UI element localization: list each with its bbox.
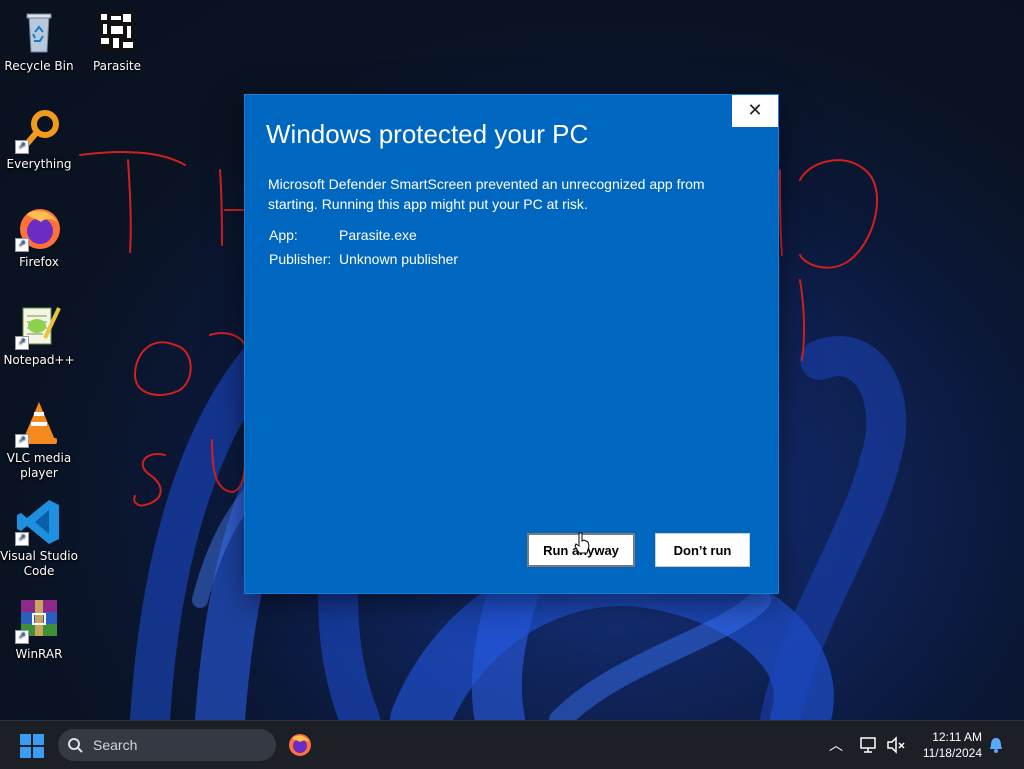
recycle-bin-icon <box>15 8 63 56</box>
desktop-icon-label: Parasite <box>92 59 141 73</box>
desktop-icon-winrar[interactable]: ↗ WinRAR <box>0 596 78 662</box>
desktop-icon-recycle-bin[interactable]: Recycle Bin <box>0 8 78 74</box>
desktop-icon-firefox[interactable]: ↗ Firefox <box>0 204 78 270</box>
publisher-label: Publisher: <box>269 251 332 267</box>
start-button[interactable] <box>20 734 44 758</box>
app-detail-row: App: Parasite.exe <box>269 227 417 243</box>
windows-logo-pane <box>33 747 44 758</box>
shortcut-arrow-icon: ↗ <box>15 630 29 644</box>
desktop-icon-label: Everything <box>6 157 72 171</box>
smartscreen-dialog: ✕ Windows protected your PC Microsoft De… <box>245 95 778 593</box>
parasite-app-icon <box>93 8 141 56</box>
desktop-icon-parasite[interactable]: Parasite <box>78 8 156 74</box>
publisher-value: Unknown publisher <box>339 251 459 267</box>
network-icon[interactable] <box>860 736 880 754</box>
clock-time: 12:11 AM <box>932 730 982 744</box>
desktop-icon-notepadpp[interactable]: ↗ Notepad++ <box>0 302 78 368</box>
publisher-detail-row: Publisher: Unknown publisher <box>269 251 458 267</box>
vlc-icon: ↗ <box>15 400 63 448</box>
dont-run-button[interactable]: Don’t run <box>655 533 750 567</box>
shortcut-arrow-icon: ↗ <box>15 238 29 252</box>
dialog-title: Windows protected your PC <box>266 119 589 149</box>
notepadpp-icon: ↗ <box>15 302 63 350</box>
taskbar-clock[interactable]: 12:11 AM 11/18/2024 <box>910 729 982 761</box>
desktop-icon-vscode[interactable]: ↗ Visual Studio Code <box>0 498 78 579</box>
desktop-icon-label: Notepad++ <box>3 353 75 367</box>
notification-bell-icon[interactable] <box>988 736 1004 754</box>
desktop-icon-everything[interactable]: ↗ Everything <box>0 106 78 172</box>
taskbar: Search ︿ 12:11 AM 11/18/2024 <box>0 720 1024 769</box>
shortcut-arrow-icon: ↗ <box>15 336 29 350</box>
winrar-icon: ↗ <box>15 596 63 644</box>
close-icon: ✕ <box>747 100 763 121</box>
desktop-icon-label: VLC media player <box>6 451 72 480</box>
desktop-icon-label: Visual Studio Code <box>0 549 78 578</box>
windows-logo-pane <box>33 734 44 745</box>
vscode-icon: ↗ <box>15 498 63 546</box>
close-button[interactable]: ✕ <box>732 95 778 127</box>
search-placeholder: Search <box>93 737 138 753</box>
shortcut-arrow-icon: ↗ <box>15 140 29 154</box>
app-label: App: <box>269 227 298 243</box>
taskbar-search-box[interactable]: Search <box>58 729 276 761</box>
search-icon <box>68 738 83 753</box>
clock-date: 11/18/2024 <box>922 746 982 760</box>
shortcut-arrow-icon: ↗ <box>15 532 29 546</box>
desktop-icon-label: WinRAR <box>15 647 63 661</box>
firefox-icon: ↗ <box>15 204 63 252</box>
desktop-icon-label: Firefox <box>19 255 59 269</box>
everything-search-icon: ↗ <box>15 106 63 154</box>
dialog-message: Microsoft Defender SmartScreen prevented… <box>268 176 705 212</box>
mouse-cursor-icon <box>574 532 590 554</box>
desktop: Recycle Bin Parasite ↗ Everything ↗ Fire… <box>0 0 1024 720</box>
windows-logo-pane <box>20 747 31 758</box>
windows-logo-icon <box>20 734 31 745</box>
volume-muted-icon[interactable] <box>886 736 906 754</box>
taskbar-firefox-icon[interactable] <box>287 732 313 758</box>
app-value: Parasite.exe <box>339 227 417 243</box>
shortcut-arrow-icon: ↗ <box>15 434 29 448</box>
desktop-icon-label: Recycle Bin <box>4 59 74 73</box>
desktop-icon-vlc[interactable]: ↗ VLC media player <box>0 400 78 481</box>
tray-overflow-chevron-icon[interactable]: ︿ <box>829 735 843 755</box>
